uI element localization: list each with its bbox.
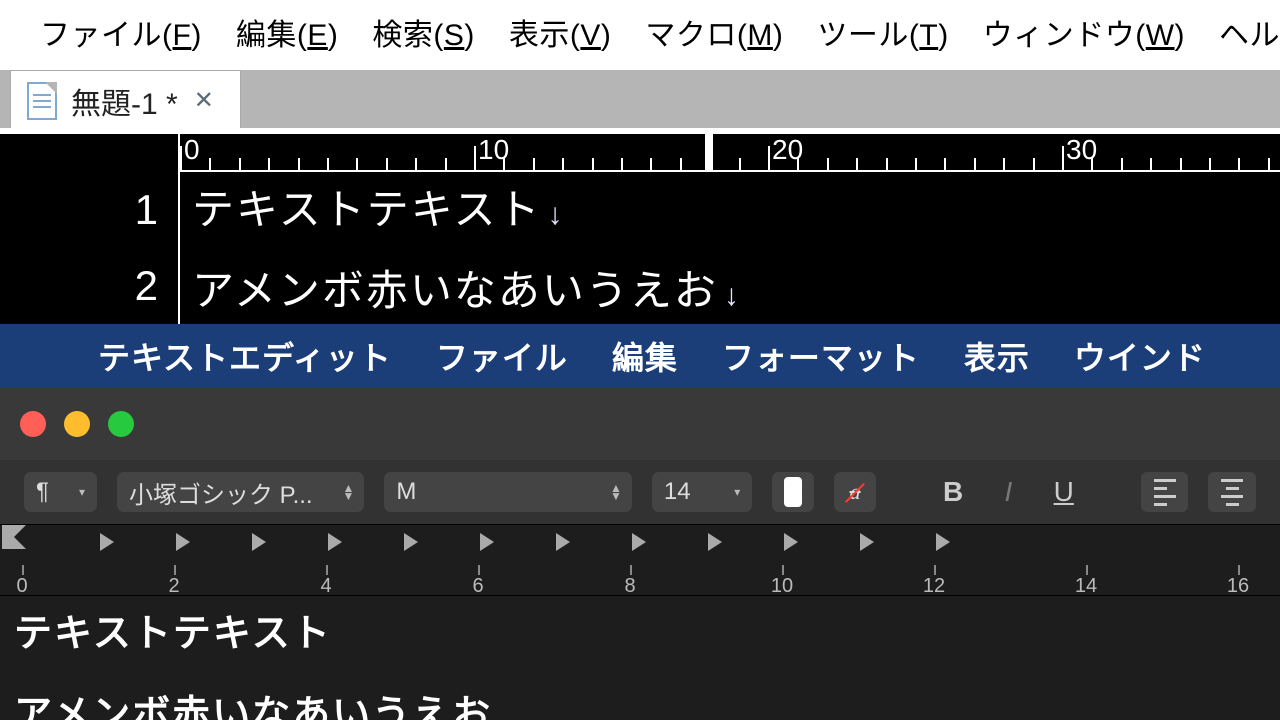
windows-menubar: ファイル(F) 編集(E) 検索(S) 表示(V) マクロ(M) ツール(T) … (0, 0, 1280, 72)
chevron-down-icon: ▾ (79, 485, 85, 499)
tab-stop-icon[interactable] (176, 533, 190, 551)
mac-menu-window[interactable]: ウインド (1074, 333, 1206, 379)
windows-code-area[interactable]: 0 10 20 30 1 2 テキストテキスト↓ アメンボ赤いなあいうえお↓ (0, 134, 1280, 324)
code-line[interactable]: テキストテキスト↓ (182, 172, 1280, 253)
tab-close-icon[interactable]: ✕ (192, 86, 216, 115)
font-family-value: 小塚ゴシック P... (129, 475, 313, 510)
gutter: 1 2 (0, 134, 180, 324)
mac-menu-format[interactable]: フォーマット (722, 333, 920, 379)
bold-button[interactable]: B (936, 472, 971, 512)
tab-stop-icon[interactable] (708, 533, 722, 551)
menu-help[interactable]: ヘルプ(H) (1219, 10, 1280, 54)
font-style-select[interactable]: M ▲▼ (384, 472, 631, 512)
font-family-select[interactable]: 小塚ゴシック P... ▲▼ (117, 472, 364, 512)
line-number: 2 (0, 248, 178, 324)
document-tab[interactable]: 無題-1 * ✕ (10, 70, 241, 128)
highlight-color-button[interactable]: a (834, 472, 876, 512)
ruler-label: 4 (320, 575, 331, 598)
ruler-label: 12 (923, 575, 945, 598)
paragraph-style-button[interactable]: ¶ ▾ (24, 472, 97, 512)
mac-menu-view[interactable]: 表示 (964, 333, 1030, 379)
mac-menu-edit[interactable]: 編集 (612, 333, 678, 379)
ruler-label: 0 (184, 134, 200, 166)
align-center-icon (1221, 479, 1243, 506)
left-margin-marker-icon[interactable] (2, 525, 26, 549)
pilcrow-icon: ¶ (36, 478, 49, 506)
tab-stop-icon[interactable] (252, 533, 266, 551)
tab-stop-icon[interactable] (404, 533, 418, 551)
align-center-button[interactable] (1208, 472, 1256, 512)
window-zoom-icon[interactable] (108, 411, 134, 437)
mac-document-area[interactable]: テキストテキスト アメンボ赤いなあいうえお (0, 596, 1280, 720)
chevron-down-icon: ▾ (734, 485, 740, 499)
menu-window[interactable]: ウィンドウ(W) (983, 10, 1185, 54)
stepper-icon: ▲▼ (610, 484, 620, 500)
doc-line[interactable]: テキストテキスト (14, 602, 1266, 657)
windows-editor: ファイル(F) 編集(E) 検索(S) 表示(V) マクロ(M) ツール(T) … (0, 0, 1280, 324)
mac-window: ¶ ▾ 小塚ゴシック P... ▲▼ M ▲▼ 14 ▾ a B I U 0 2 4… (0, 388, 1280, 720)
line-number: 1 (0, 172, 178, 248)
char-color-icon: a (850, 479, 861, 505)
font-style-value: M (396, 478, 416, 506)
tab-stop-icon[interactable] (784, 533, 798, 551)
menu-search[interactable]: 検索(S) (372, 10, 475, 54)
ruler-caret-marker[interactable] (705, 132, 713, 172)
ruler-label: 10 (771, 575, 793, 598)
underline-button[interactable]: U (1046, 472, 1081, 512)
mac-ruler[interactable]: 0 2 4 6 8 10 12 14 16 (0, 524, 1280, 596)
ruler-label: 8 (624, 575, 635, 598)
document-icon (27, 82, 57, 120)
window-minimize-icon[interactable] (64, 411, 90, 437)
eol-icon: ↓ (547, 198, 564, 231)
ruler-label: 0 (16, 575, 27, 598)
menu-view[interactable]: 表示(V) (509, 10, 612, 54)
mac-menu-file[interactable]: ファイル (436, 333, 568, 379)
tab-title: 無題-1 * (71, 79, 178, 123)
ruler-label: 6 (472, 575, 483, 598)
align-left-button[interactable] (1141, 472, 1189, 512)
tab-stop-icon[interactable] (936, 533, 950, 551)
menu-macro[interactable]: マクロ(M) (645, 10, 783, 54)
font-size-value: 14 (664, 478, 691, 506)
tab-stop-icon[interactable] (480, 533, 494, 551)
windows-tabbar: 無題-1 * ✕ (0, 70, 1280, 134)
mac-titlebar[interactable] (0, 388, 1280, 460)
align-left-icon (1154, 479, 1176, 506)
mac-toolbar: ¶ ▾ 小塚ゴシック P... ▲▼ M ▲▼ 14 ▾ a B I U (0, 460, 1280, 524)
menu-file[interactable]: ファイル(F) (40, 10, 202, 54)
tab-stop-icon[interactable] (328, 533, 342, 551)
text-color-button[interactable] (772, 472, 814, 512)
menu-edit[interactable]: 編集(E) (236, 10, 339, 54)
font-size-select[interactable]: 14 ▾ (652, 472, 752, 512)
tab-stop-icon[interactable] (100, 533, 114, 551)
menu-tools[interactable]: ツール(T) (817, 10, 948, 54)
windows-ruler: 0 10 20 30 (180, 134, 1280, 172)
tab-stop-icon[interactable] (632, 533, 646, 551)
ruler-label: 14 (1075, 575, 1097, 598)
mac-menu-app[interactable]: テキストエディット (98, 333, 392, 379)
tab-stop-icon[interactable] (556, 533, 570, 551)
doc-line[interactable]: アメンボ赤いなあいうえお (14, 683, 1266, 720)
window-close-icon[interactable] (20, 411, 46, 437)
tab-stop-icon[interactable] (860, 533, 874, 551)
color-swatch-icon (784, 477, 802, 507)
italic-button[interactable]: I (991, 472, 1026, 512)
eol-icon: ↓ (724, 279, 741, 312)
code-line[interactable]: アメンボ赤いなあいうえお↓ (182, 253, 1280, 334)
ruler-label: 2 (168, 575, 179, 598)
ruler-label: 16 (1227, 575, 1249, 598)
stepper-icon: ▲▼ (343, 484, 353, 500)
